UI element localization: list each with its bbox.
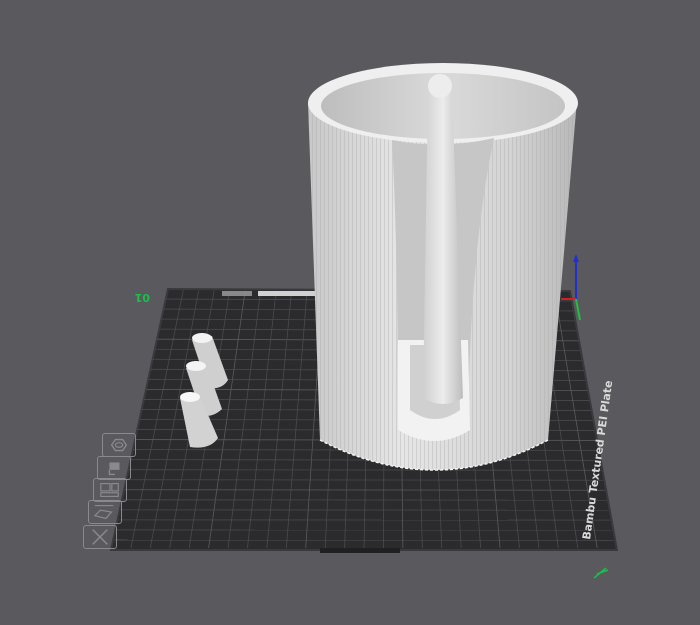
plate-status-icons bbox=[222, 291, 252, 296]
auto-arrange-button[interactable] bbox=[97, 456, 131, 480]
delete-plate-button[interactable] bbox=[83, 525, 117, 549]
delete-plate-icon bbox=[92, 529, 108, 545]
plate-number: 01 bbox=[135, 291, 150, 304]
grid-line bbox=[126, 479, 605, 481]
plate-corner-marker-icon bbox=[593, 567, 609, 579]
edit-plate-button[interactable] bbox=[88, 500, 122, 524]
orient-icon bbox=[110, 438, 128, 452]
plate-settings-button[interactable] bbox=[93, 478, 127, 502]
y-axis bbox=[575, 298, 581, 321]
plate-settings-icon bbox=[100, 482, 119, 498]
edit-plate-icon bbox=[93, 504, 114, 520]
plate-handle bbox=[320, 548, 400, 553]
orient-button[interactable] bbox=[102, 433, 136, 457]
auto-arrange-icon bbox=[108, 462, 120, 476]
paper-towel-holder-model[interactable] bbox=[308, 63, 578, 471]
